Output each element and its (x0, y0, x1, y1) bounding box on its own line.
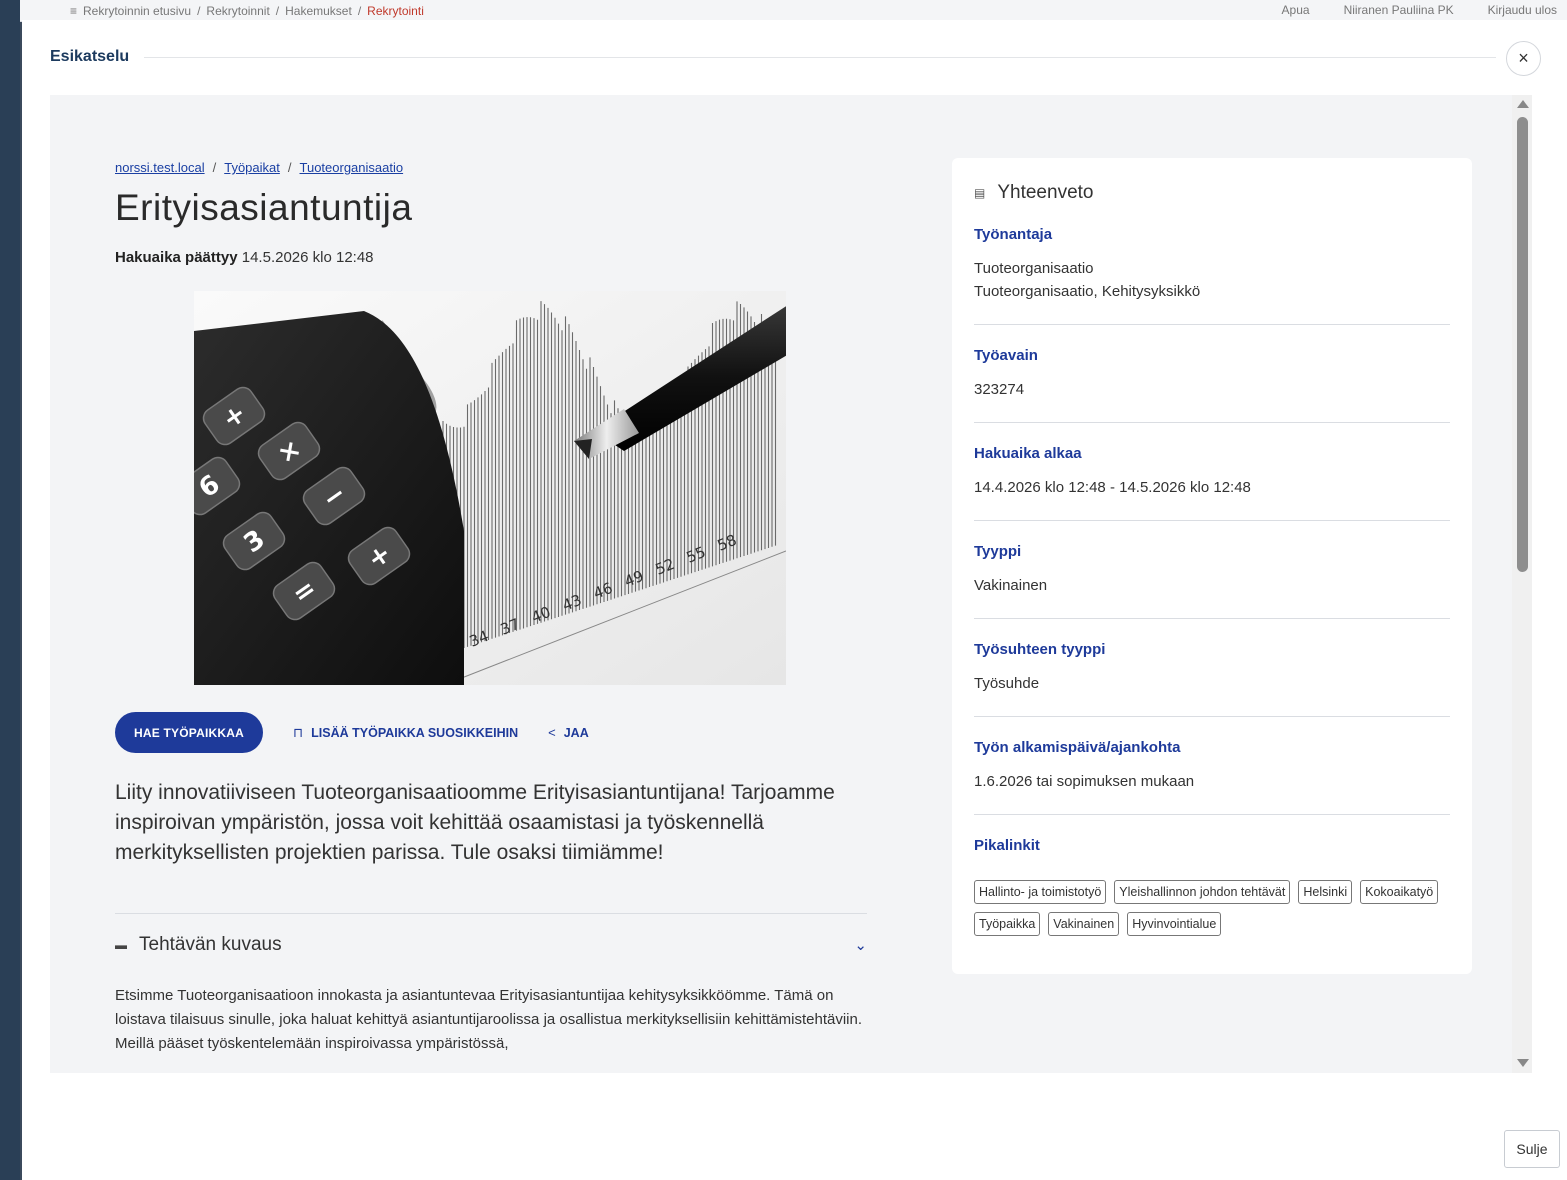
summary-type: Tyyppi Vakinainen (974, 521, 1450, 619)
deadline-label: Hakuaika päättyy (115, 249, 238, 266)
quicklink-tag[interactable]: Hyvinvointialue (1127, 912, 1222, 936)
summary-header: ▤ Yhteenveto (974, 182, 1450, 204)
scroll-up-arrow-icon[interactable] (1517, 100, 1529, 108)
application-deadline: Hakuaika päättyy 14.5.2026 klo 12:48 (115, 249, 867, 266)
summary-value: Vakinainen (974, 577, 1048, 594)
user-link[interactable]: Niiranen Pauliina PK (1344, 3, 1454, 17)
summary-label: Työsuhteen tyyppi (974, 641, 1106, 658)
apply-button[interactable]: HAE TYÖPAIKKAA (115, 712, 263, 753)
share-button[interactable]: < JAA (548, 725, 589, 740)
modal-title-divider (144, 57, 1496, 58)
summary-label: Työn alkamispäivä/ajankohta (974, 739, 1181, 756)
summary-card: ▤ Yhteenveto Työnantaja Tuoteorganisaati… (952, 158, 1472, 974)
task-description-toggle[interactable]: ▬ Tehtävän kuvaus ⌄ (115, 934, 867, 956)
share-icon: < (548, 725, 556, 740)
bg-breadcrumb-6: Rekrytointi (367, 3, 424, 18)
add-favorite-button[interactable]: ⊓ LISÄÄ TYÖPAIKKA SUOSIKKEIHIN (293, 725, 518, 741)
add-favorite-label: LISÄÄ TYÖPAIKKA SUOSIKKEIHIN (311, 725, 519, 740)
modal-title: Esikatselu (50, 48, 130, 65)
task-description-title: Tehtävän kuvaus (139, 934, 282, 955)
quicklink-tag[interactable]: Vakinainen (1048, 912, 1120, 936)
close-icon[interactable]: × (1506, 41, 1541, 76)
quicklink-tags: Hallinto- ja toimistotyö Yleishallinnon … (974, 880, 1450, 936)
summary-employment-type: Työsuhteen tyyppi Työsuhde (974, 619, 1450, 717)
bg-breadcrumb-2[interactable]: Rekrytoinnit (206, 4, 269, 18)
job-breadcrumb: norssi.test.local / Työpaikat / Tuoteorg… (115, 160, 404, 175)
scrollbar-thumb[interactable] (1517, 117, 1528, 572)
briefcase-icon: ▬ (115, 938, 127, 952)
preview-modal: Esikatselu × norssi.test.local / Työpaik… (22, 20, 1567, 1180)
logout-link[interactable]: Kirjaudu ulos (1488, 3, 1557, 17)
bg-breadcrumb-0[interactable]: Rekrytoinnin etusivu (83, 4, 191, 18)
summary-value: 14.4.2026 klo 12:48 - 14.5.2026 klo 12:4… (974, 479, 1251, 496)
breadcrumb-home-link[interactable]: norssi.test.local (115, 160, 205, 175)
quicklink-tag[interactable]: Kokoaikatyö (1360, 880, 1439, 904)
task-description-body: Etsimme Tuoteorganisaatioon innokasta ja… (115, 987, 863, 1052)
quicklinks-label: Pikalinkit (974, 837, 1040, 854)
share-label: JAA (563, 725, 589, 740)
summary-job-key: Työavain 323274 (974, 325, 1450, 423)
summary-label: Työnantaja (974, 226, 1053, 243)
breadcrumb-organisation-link[interactable]: Tuoteorganisaatio (300, 160, 404, 175)
help-link[interactable]: Apua (1282, 3, 1310, 17)
job-hero-image: 252831343740434649525558 +×−+63= (194, 291, 786, 685)
summary-label: Tyyppi (974, 543, 1022, 560)
summary-value: Työsuhde (974, 675, 1040, 692)
summary-label: Hakuaika alkaa (974, 445, 1082, 462)
app-topbar: ≡ Rekrytoinnin etusivu / Rekrytoinnit / … (20, 0, 1567, 22)
summary-value: 323274 (974, 381, 1025, 398)
summary-value: Tuoteorganisaatio Tuoteorganisaatio, Keh… (974, 260, 1201, 300)
job-intro: Liity innovatiiviseen Tuoteorganisaatioo… (115, 781, 835, 864)
section-divider (115, 913, 867, 914)
bg-breadcrumb-4[interactable]: Hakemukset (285, 4, 352, 18)
quicklink-tag[interactable]: Hallinto- ja toimistotyö (974, 880, 1107, 904)
job-title: Erityisasiantuntija (115, 187, 413, 228)
close-button[interactable]: Sulje (1504, 1130, 1560, 1168)
summary-title: Yhteenveto (997, 182, 1094, 203)
job-main-column: norssi.test.local / Työpaikat / Tuoteorg… (115, 160, 867, 1056)
summary-label: Työavain (974, 347, 1038, 364)
summary-quicklinks: Pikalinkit Hallinto- ja toimistotyö Ylei… (974, 815, 1450, 957)
summary-employer: Työnantaja Tuoteorganisaatio Tuoteorgani… (974, 204, 1450, 325)
breadcrumb-jobs-link[interactable]: Työpaikat (224, 160, 280, 175)
summary-value: 1.6.2026 tai sopimuksen mukaan (974, 773, 1195, 790)
app-sidebar (0, 0, 20, 1180)
menu-icon[interactable]: ≡ (70, 4, 77, 18)
chevron-down-icon[interactable]: ⌄ (854, 936, 867, 954)
summary-application-period: Hakuaika alkaa 14.4.2026 klo 12:48 - 14.… (974, 423, 1450, 521)
job-actions: HAE TYÖPAIKKAA ⊓ LISÄÄ TYÖPAIKKA SUOSIKK… (115, 712, 867, 753)
bookmark-icon: ⊓ (293, 724, 304, 740)
quicklink-tag[interactable]: Yleishallinnon johdon tehtävät (1114, 880, 1291, 904)
preview-scrollbar[interactable] (1512, 95, 1532, 1073)
summary-start-date: Työn alkamispäivä/ajankohta 1.6.2026 tai… (974, 717, 1450, 815)
quicklink-tag[interactable]: Helsinki (1298, 880, 1353, 904)
scroll-down-arrow-icon[interactable] (1517, 1059, 1529, 1067)
deadline-value: 14.5.2026 klo 12:48 (241, 249, 374, 266)
job-preview-area: norssi.test.local / Työpaikat / Tuoteorg… (50, 95, 1530, 1073)
quicklink-tag[interactable]: Työpaikka (974, 912, 1041, 936)
summary-icon: ▤ (974, 186, 986, 200)
